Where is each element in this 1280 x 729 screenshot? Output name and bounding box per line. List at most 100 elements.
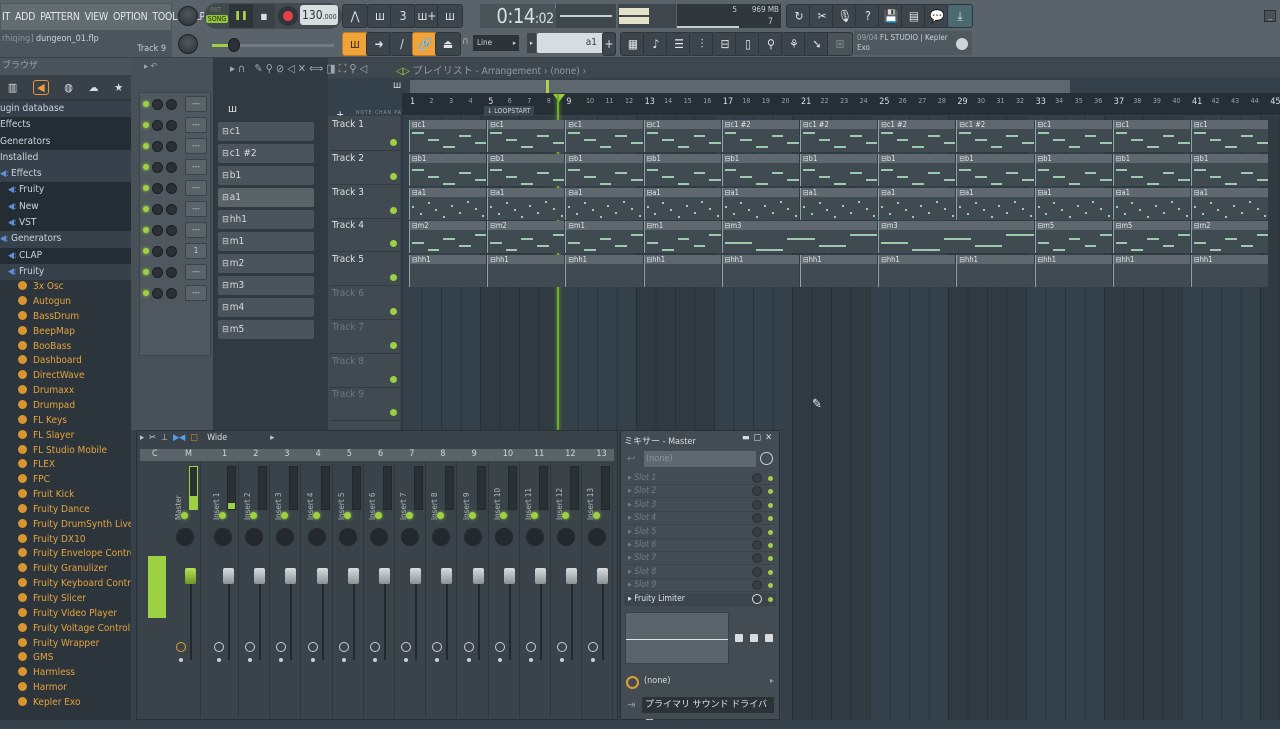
channel-pan-knob[interactable] — [152, 203, 163, 215]
plugin-icon[interactable]: ◀ — [32, 79, 49, 95]
menu-item[interactable]: ADD — [15, 11, 35, 23]
mixer-master-strip[interactable]: Master — [171, 462, 201, 718]
fx-mix-knob[interactable] — [752, 473, 762, 483]
playlist-scrollbar[interactable] — [410, 80, 1070, 93]
playlist-clip[interactable]: ⊟m1 — [643, 221, 721, 254]
clock-icon[interactable] — [626, 676, 639, 689]
strip-pan-knob[interactable] — [463, 528, 482, 546]
pattern-selector[interactable]: a1 — [537, 33, 609, 53]
pattern-item[interactable]: ⊟c1 #2 — [218, 144, 314, 163]
strip-route-dot[interactable] — [248, 658, 253, 662]
strip-fader-handle[interactable] — [316, 568, 328, 584]
strip-pan-knob[interactable] — [307, 528, 326, 546]
strip-enable-led[interactable] — [406, 512, 414, 519]
channel-volume-knob[interactable] — [166, 140, 177, 152]
strip-fader-handle[interactable] — [347, 568, 359, 584]
playlist-clip[interactable]: ⊟hh1 — [565, 255, 643, 288]
channel-mixer-button[interactable]: --- — [185, 201, 207, 217]
fx-enable-led[interactable] — [768, 543, 773, 548]
download-icon[interactable]: ⤓ — [947, 4, 973, 28]
fx-mix-knob[interactable] — [752, 540, 762, 550]
playlist-clip[interactable]: ⊟c1 — [409, 120, 487, 152]
browser-plugin-item[interactable]: GMS — [0, 651, 131, 666]
browser-plugin-item[interactable]: BeepMap — [0, 325, 131, 340]
track-header[interactable]: Track 8 — [330, 354, 400, 388]
playlist-clip[interactable]: ⊟m2 — [409, 221, 487, 254]
mixer-track-number[interactable]: 10 — [503, 449, 513, 459]
browser-plugin-item[interactable]: BooBass — [0, 340, 131, 355]
fx-mix-knob[interactable] — [752, 526, 762, 537]
track-mute-led[interactable] — [390, 139, 397, 146]
channel-row[interactable]: --- — [143, 180, 207, 196]
browser-folder[interactable]: ugin database — [0, 101, 131, 118]
playlist-tools[interactable]: ▸∩ ✎⚲⊘◁✕⟺◨⛶⚲◁ — [230, 62, 370, 76]
mixer-insert-strip[interactable]: Insert 10 — [490, 462, 520, 718]
tempo-field[interactable]: 130.000 — [300, 5, 338, 25]
mixer-track-number[interactable]: 3 — [284, 449, 289, 459]
playlist-clip[interactable]: ⊟a1 — [565, 187, 643, 220]
fx-enable-led[interactable] — [768, 569, 773, 575]
strip-pan-knob[interactable] — [588, 528, 607, 546]
strip-enable-led[interactable] — [181, 512, 188, 519]
clock-icon[interactable] — [494, 642, 505, 652]
fx-mix-knob[interactable] — [752, 513, 762, 524]
pattern-item[interactable]: ⊟hh1 — [218, 210, 314, 229]
mixer-insert-strip[interactable]: Insert 8 — [427, 462, 458, 718]
playlist-clip[interactable]: ⊟b1 — [878, 153, 956, 186]
channel-pan-knob[interactable] — [152, 287, 163, 299]
pattern-item[interactable]: ⊟b1 — [218, 166, 314, 185]
channel-row[interactable]: --- — [143, 201, 207, 217]
channel-mixer-button[interactable]: --- — [185, 285, 207, 301]
channel-mixer-button[interactable]: --- — [185, 96, 207, 112]
mixer-preset[interactable]: Wide — [207, 433, 227, 443]
eq-band-slider[interactable] — [750, 614, 758, 664]
menu-item[interactable]: VIEW — [85, 11, 109, 23]
channel-volume-knob[interactable] — [166, 182, 177, 194]
track-header[interactable]: Track 4 — [330, 218, 400, 253]
strip-enable-led[interactable] — [312, 512, 320, 519]
mixer-menu-icon[interactable]: ▸ — [140, 433, 144, 443]
browser-plugin-item[interactable]: Dashboard — [0, 354, 131, 369]
mixer-track-number[interactable]: 4 — [316, 449, 321, 459]
clock-icon[interactable] — [401, 642, 412, 652]
pattern-item[interactable]: ⊟m2 — [218, 254, 314, 273]
channel-volume-knob[interactable] — [166, 119, 177, 131]
mixer-track-number[interactable]: 1 — [222, 449, 227, 459]
strip-enable-led[interactable] — [593, 512, 601, 519]
browser-plugin-item[interactable]: DirectWave — [0, 369, 131, 384]
mixer-track-number[interactable]: 9 — [472, 449, 477, 459]
fx-mix-knob[interactable] — [752, 486, 762, 497]
playlist-clip[interactable]: ⊟c1 — [1112, 120, 1190, 152]
browser-plugin-item[interactable]: Fruity Envelope Controller — [0, 547, 131, 562]
fx-enable-led[interactable] — [768, 529, 773, 535]
song-mode-toggle[interactable]: PAT SONG — [205, 4, 229, 28]
mixer-insert-strip[interactable]: Insert 9 — [459, 462, 489, 718]
browser-folder[interactable]: Generators — [0, 133, 131, 150]
browser-folder[interactable]: ◀: CLAP — [0, 247, 131, 264]
strip-route-dot[interactable] — [560, 658, 565, 662]
fx-enable-led[interactable] — [768, 476, 773, 481]
track-header[interactable]: Track 7 — [330, 320, 400, 354]
strip-enable-led[interactable] — [437, 512, 445, 519]
strip-route-dot[interactable] — [497, 658, 502, 662]
pattern-item[interactable]: ⊟a1 — [218, 188, 314, 207]
fx-slot[interactable]: ▸ Slot 4 — [624, 512, 776, 526]
menu-item[interactable]: OPTION — [113, 11, 148, 23]
playlist-clip[interactable]: ⊟m5 — [1034, 221, 1112, 254]
strip-route-dot[interactable] — [373, 658, 377, 662]
fx-enable-led[interactable] — [768, 596, 773, 602]
fx-enable-led[interactable] — [768, 502, 773, 508]
strip-fader-handle[interactable] — [185, 568, 196, 584]
browser-plugin-item[interactable]: Fruity DrumSynth Live — [0, 518, 131, 533]
playlist-clip[interactable]: ⊟hh1 — [409, 255, 487, 288]
browser-plugin-item[interactable]: FPC — [0, 473, 131, 488]
playlist-clip[interactable]: ⊟m1 — [565, 221, 643, 254]
mixer-insert-strip[interactable]: Insert 6 — [365, 462, 395, 718]
fx-enable-led[interactable] — [768, 516, 773, 522]
fx-enable-led[interactable] — [768, 583, 773, 589]
playlist-clip[interactable]: ⊟c1 #2 — [800, 120, 878, 152]
clock-icon[interactable] — [276, 642, 287, 652]
clock-icon[interactable] — [245, 642, 256, 652]
playlist-clip[interactable]: ⊟c1 #2 — [721, 120, 799, 152]
playlist-clip[interactable]: ⊟b1 — [643, 153, 721, 186]
